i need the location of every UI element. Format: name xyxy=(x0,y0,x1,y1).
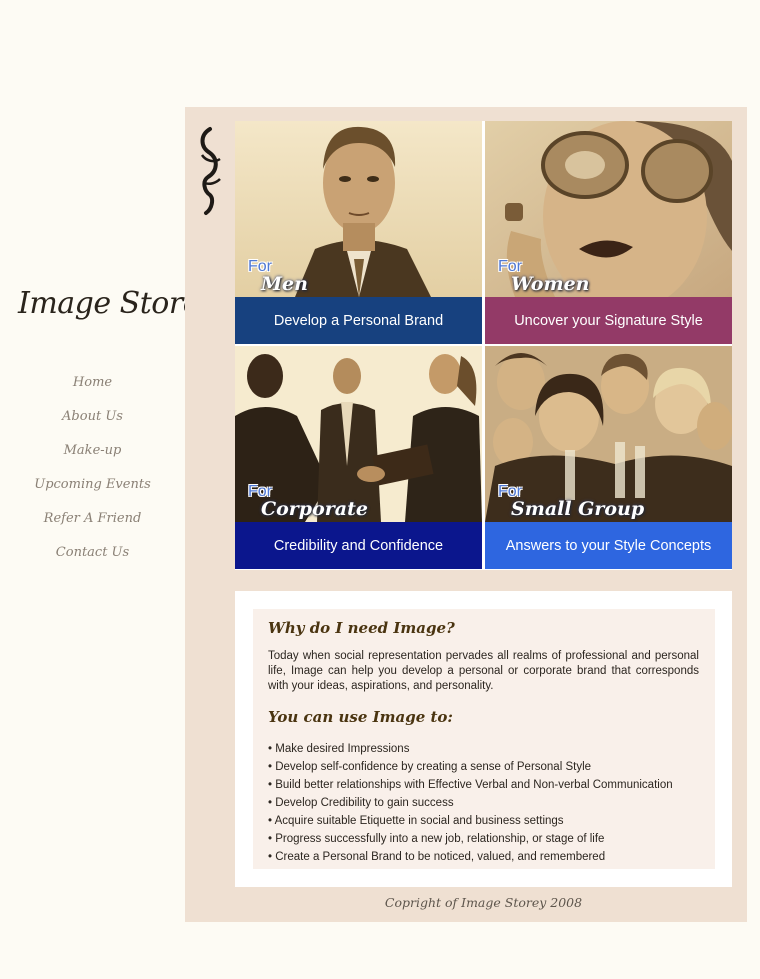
main-nav: Home About Us Make-up Upcoming Events Re… xyxy=(0,372,185,576)
content-inner: Why do I need Image? Today when social r… xyxy=(253,609,715,869)
tile-small-group[interactable]: For Small Group Answers to your Style Co… xyxy=(485,346,732,569)
tile-women[interactable]: For Women Uncover your Signature Style xyxy=(485,121,732,344)
site-logo[interactable]: Image Storey xyxy=(18,286,217,350)
nav-link-refer[interactable]: Refer A Friend xyxy=(44,511,142,526)
women-photo xyxy=(485,121,732,297)
list-item: • Build better relationships with Effect… xyxy=(268,779,673,791)
list-item-text: Progress successfully into a new job, re… xyxy=(275,833,605,845)
content-box: Why do I need Image? Today when social r… xyxy=(235,591,732,887)
list-item: • Develop Credibility to gain success xyxy=(268,797,454,809)
tile-band: Develop a Personal Brand xyxy=(235,297,482,344)
nav-link-makeup[interactable]: Make-up xyxy=(64,443,122,458)
list-item: • Acquire suitable Etiquette in social a… xyxy=(268,815,564,827)
tile-men[interactable]: For Men Develop a Personal Brand xyxy=(235,121,482,344)
nav-item-contact: Contact Us xyxy=(0,542,185,576)
copyright: Copright of Image Storey 2008 xyxy=(384,895,583,910)
tile-band: Answers to your Style Concepts xyxy=(485,522,732,569)
small-group-photo xyxy=(485,346,732,522)
nav-link-events[interactable]: Upcoming Events xyxy=(34,477,151,492)
benefits-list: • Make desired Impressions • Develop sel… xyxy=(268,740,699,866)
list-item-text: Create a Personal Brand to be noticed, v… xyxy=(275,851,606,863)
nav-item-makeup: Make-up xyxy=(0,440,185,474)
nav-item-home: Home xyxy=(0,372,185,406)
list-item: • Create a Personal Brand to be noticed,… xyxy=(268,851,606,863)
use-heading: You can use Image to: xyxy=(268,708,453,726)
logo-text: Image Storey xyxy=(18,286,217,321)
why-paragraph: Today when social representation pervade… xyxy=(268,650,699,692)
tile-band: Credibility and Confidence xyxy=(235,522,482,569)
why-heading: Why do I need Image? xyxy=(268,619,455,637)
list-item-text: Acquire suitable Etiquette in social and… xyxy=(274,815,564,827)
tile-tagline: Answers to your Style Concepts xyxy=(505,537,712,554)
audience-grid: For Men Develop a Personal Brand For Wom… xyxy=(235,121,732,570)
nav-item-events: Upcoming Events xyxy=(0,474,185,508)
nav-link-about[interactable]: About Us xyxy=(62,409,123,424)
tile-kind-label: Small Group xyxy=(511,498,645,520)
list-item-text: Build better relationships with Effectiv… xyxy=(275,779,673,791)
tile-kind-label: Women xyxy=(511,273,590,295)
monogram-icon xyxy=(200,127,221,215)
nav-link-contact[interactable]: Contact Us xyxy=(56,545,129,560)
list-item: • Progress successfully into a new job, … xyxy=(268,833,605,845)
list-item-text: Make desired Impressions xyxy=(275,743,410,755)
tile-tagline: Develop a Personal Brand xyxy=(273,312,444,329)
tile-tagline: Uncover your Signature Style xyxy=(514,312,703,329)
nav-link-home[interactable]: Home xyxy=(73,375,112,390)
nav-item-refer: Refer A Friend xyxy=(0,508,185,542)
list-item-text: Develop self-confidence by creating a se… xyxy=(275,761,592,773)
men-photo xyxy=(235,121,482,297)
tile-kind-label: Corporate xyxy=(261,498,368,520)
nav-item-about: About Us xyxy=(0,406,185,440)
list-item: • Make desired Impressions xyxy=(268,743,410,755)
tile-corporate[interactable]: For Corporate Credibility and Confidence xyxy=(235,346,482,569)
tile-band: Uncover your Signature Style xyxy=(485,297,732,344)
list-item-text: Develop Credibility to gain success xyxy=(275,797,454,809)
tile-tagline: Credibility and Confidence xyxy=(273,537,444,554)
list-item: • Develop self-confidence by creating a … xyxy=(268,761,592,773)
tile-kind-label: Men xyxy=(261,273,308,295)
corporate-photo xyxy=(235,346,482,522)
